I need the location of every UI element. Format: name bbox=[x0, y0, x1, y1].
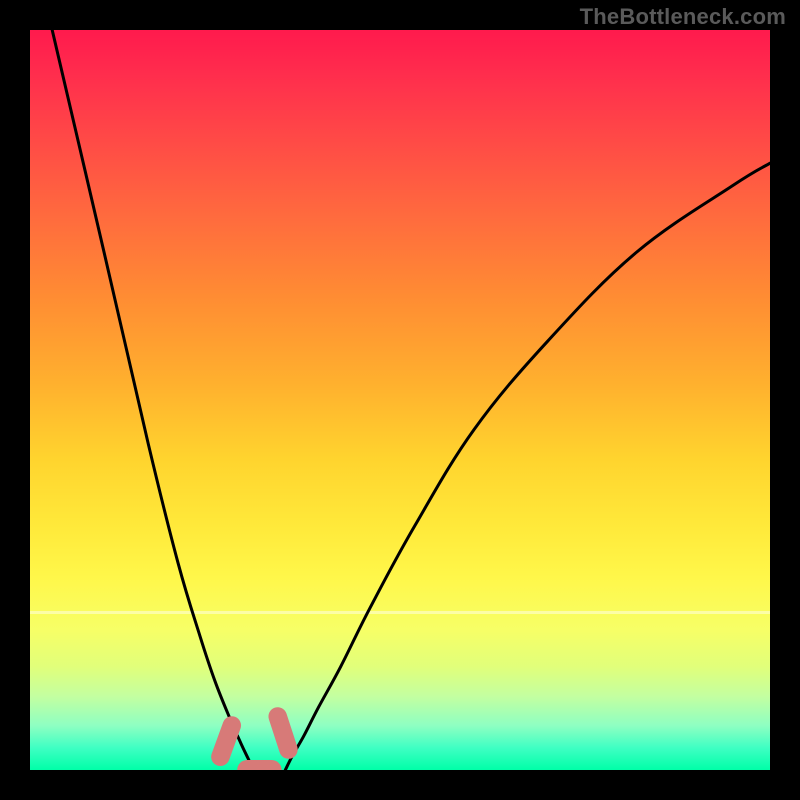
plot-area bbox=[30, 30, 770, 770]
valley-marker bbox=[237, 760, 281, 770]
markers bbox=[209, 705, 301, 770]
right-curve bbox=[285, 163, 770, 770]
watermark: TheBottleneck.com bbox=[580, 4, 786, 30]
chart-frame: TheBottleneck.com bbox=[0, 0, 800, 800]
right-tail-marker-1 bbox=[266, 705, 300, 761]
curve-layer bbox=[30, 30, 770, 770]
curves bbox=[52, 30, 770, 770]
left-curve bbox=[52, 30, 253, 770]
